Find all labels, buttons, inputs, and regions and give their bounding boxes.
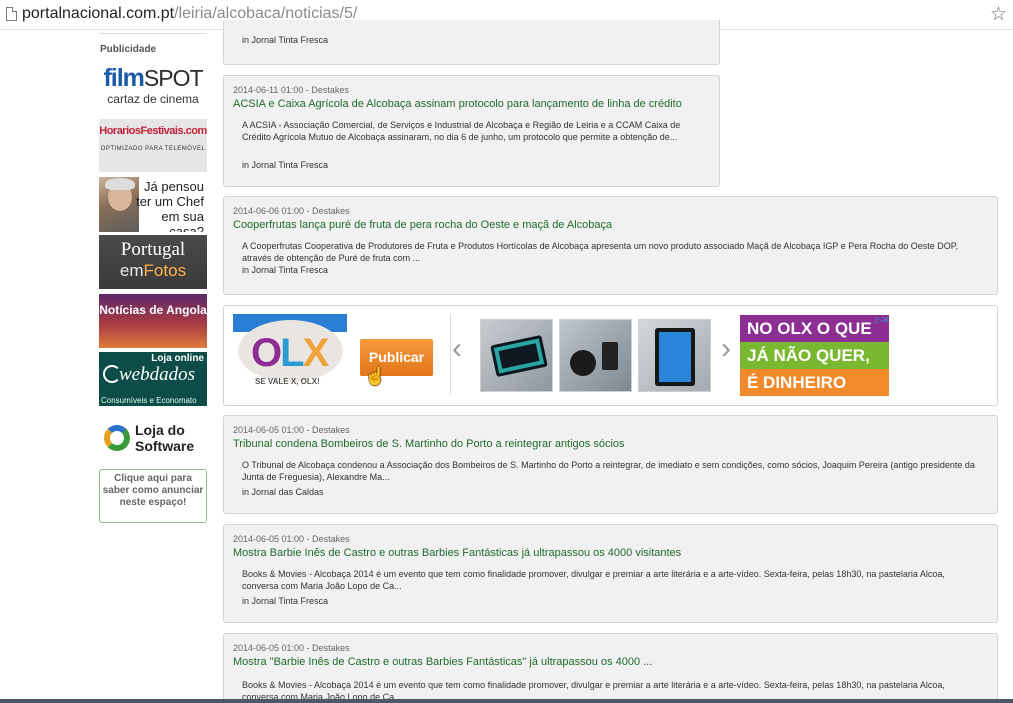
angola-ad-text: Notícias de Angola	[99, 303, 207, 317]
loja-do-software-ad[interactable]: Loja do Software	[99, 420, 207, 460]
horarios-title: HorariosFestivais.com	[99, 125, 207, 137]
news-meta: 2014-06-06 01:00 - Destakes	[233, 206, 350, 216]
news-card: 2014-06-11 01:00 - Destakes ACSIA e Caix…	[223, 75, 720, 187]
chevron-right-icon[interactable]: ›	[721, 334, 731, 364]
url-host: portalnacional.com.pt	[22, 5, 175, 22]
olx-slogan: NO OLX O QUE JÁ NÃO QUER, É DINHEIRO	[740, 315, 889, 396]
product-thumbnail-smartphone[interactable]	[638, 319, 711, 392]
news-title-link[interactable]: ACSIA e Caixa Agrícola de Alcobaça assin…	[233, 98, 682, 110]
olx-slogan-line-1: NO OLX O QUE	[740, 315, 889, 342]
filmspot-ad[interactable]: filmSPOT cartaz de cinema	[99, 64, 207, 112]
news-source: in Jornal das Caldas	[242, 487, 324, 497]
news-meta: 2014-06-05 01:00 - Destakes	[233, 425, 350, 435]
news-excerpt: A Cooperfrutas Cooperativa de Produtores…	[242, 241, 959, 263]
news-source: in Jornal Tinta Fresca	[242, 596, 329, 606]
news-source: in Jornal Tinta Fresca	[242, 35, 329, 45]
news-excerpt: A ACSIA - Associação Comercial, de Servi…	[242, 120, 681, 142]
olx-divider	[450, 314, 451, 394]
olx-tagline: SE VALE X, OLX!	[255, 377, 320, 386]
webdados-top-text: Loja online	[151, 353, 204, 364]
taskbar-strip	[0, 699, 1013, 703]
product-thumbnail-accessories[interactable]	[559, 319, 632, 392]
news-card: 2014-06-05 01:00 - Destakes Mostra "Barb…	[223, 633, 998, 703]
sidebar-divider	[99, 33, 207, 34]
news-card-partial: in Jornal Tinta Fresca	[223, 20, 720, 65]
olx-banner-ad[interactable]: OLX SE VALE X, OLX! Publicar ☝ ‹ › NO OL…	[223, 305, 998, 406]
filmspot-subtitle: cartaz de cinema	[107, 92, 199, 106]
portugal-title: Portugal	[120, 239, 186, 260]
news-source: in Jornal Tinta Fresca	[242, 160, 329, 170]
news-meta: 2014-06-11 01:00 - Destakes	[233, 85, 349, 95]
loja-software-logo-icon	[104, 425, 130, 451]
news-title-link[interactable]: Tribunal condena Bombeiros de S. Martinh…	[233, 438, 625, 450]
news-source: in Jornal Tinta Fresca	[242, 265, 329, 275]
filmspot-logo: filmSPOT	[103, 64, 203, 92]
portugal-subtitle: emFotos	[119, 261, 187, 280]
bookmark-star-icon[interactable]: ☆	[990, 3, 1007, 26]
olx-slogan-line-3: É DINHEIRO	[740, 369, 889, 396]
news-excerpt: Books & Movies - Alcobaça 2014 é um even…	[242, 569, 945, 591]
horarios-festivais-ad[interactable]: HorariosFestivais.com OPTIMIZADO PARA TE…	[99, 119, 207, 172]
webdados-ad[interactable]: Loja online webdados Consumíveis e Econo…	[99, 352, 207, 406]
news-title-link[interactable]: Mostra "Barbie Inês de Castro e outras B…	[233, 656, 652, 668]
chef-ad-text: Já pensou ter um Chef em sua casa?	[136, 179, 204, 232]
noticias-angola-ad[interactable]: Notícias de Angola	[99, 294, 207, 348]
adchoices-icon[interactable]: ▷✕	[875, 315, 889, 326]
news-card: 2014-06-05 01:00 - Destakes Tribunal con…	[223, 415, 998, 514]
portugal-em-fotos-ad[interactable]: Portugal emFotos	[99, 235, 207, 289]
olx-logo: OLX	[251, 331, 329, 375]
news-excerpt: O Tribunal de Alcobaça condenou a Associ…	[242, 460, 975, 482]
announce-here-button[interactable]: Clique aqui para saber como anunciar nes…	[99, 469, 207, 523]
chevron-left-icon[interactable]: ‹	[452, 334, 462, 364]
chef-ad[interactable]: Já pensou ter um Chef em sua casa?	[99, 177, 207, 232]
advertising-label: Publicidade	[100, 44, 157, 55]
page-icon	[6, 7, 17, 21]
olx-slogan-line-2: JÁ NÃO QUER,	[740, 342, 889, 369]
news-meta: 2014-06-05 01:00 - Destakes	[233, 534, 350, 544]
webdados-logo: webdados	[103, 364, 195, 385]
horarios-subtitle: OPTIMIZADO PARA TELEMÓVEL	[100, 146, 206, 152]
news-meta: 2014-06-05 01:00 - Destakes	[233, 643, 350, 653]
news-card: 2014-06-06 01:00 - Destakes Cooperfrutas…	[223, 196, 998, 295]
news-title-link[interactable]: Mostra Barbie Inês de Castro e outras Ba…	[233, 547, 681, 559]
news-card: 2014-06-05 01:00 - Destakes Mostra Barbi…	[223, 524, 998, 623]
chef-photo	[99, 177, 139, 232]
product-thumbnail-phone[interactable]	[480, 319, 553, 392]
webdados-bottom-text: Consumíveis e Economato	[101, 396, 197, 405]
news-title-link[interactable]: Cooperfrutas lança puré de fruta de pera…	[233, 219, 612, 231]
hand-cursor-icon: ☝	[364, 366, 387, 386]
olx-brand: OLX SE VALE X, OLX!	[233, 314, 347, 392]
loja-software-text: Loja do Software	[135, 422, 195, 454]
